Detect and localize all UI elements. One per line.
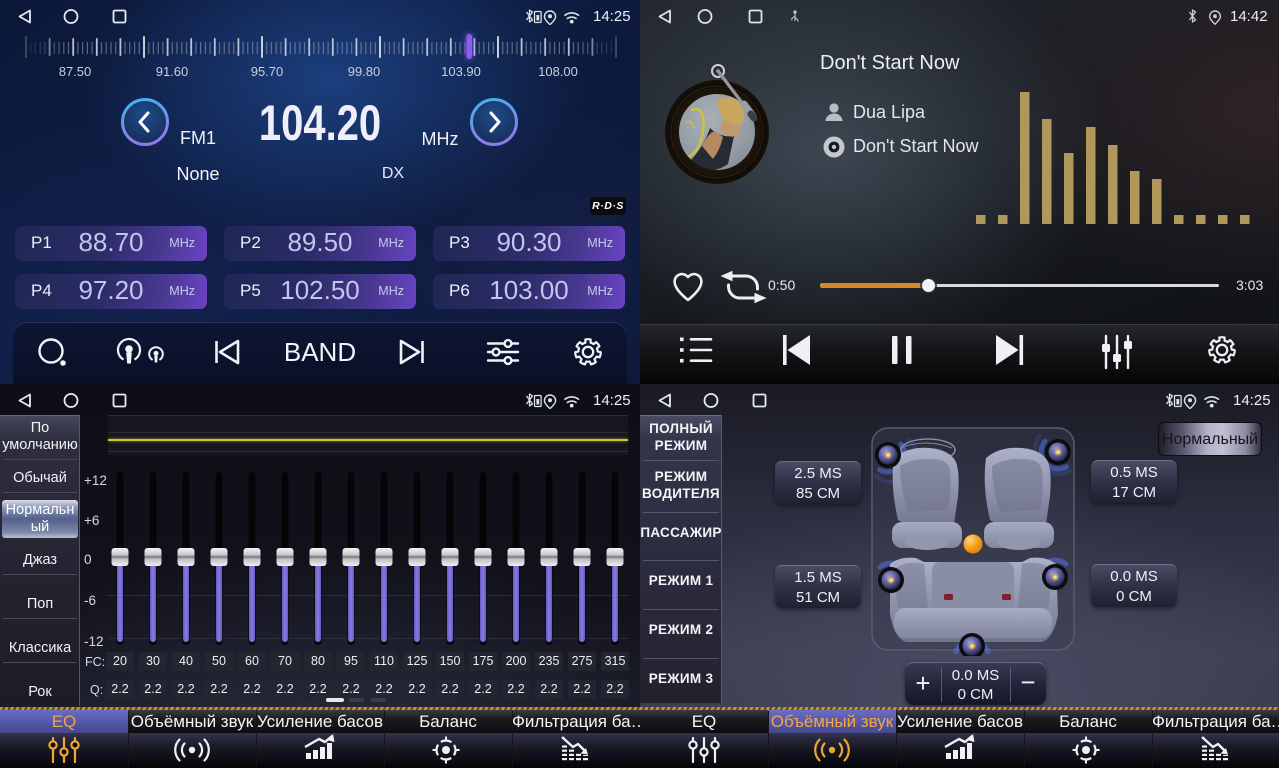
svg-text:BAND: BAND <box>284 337 356 367</box>
